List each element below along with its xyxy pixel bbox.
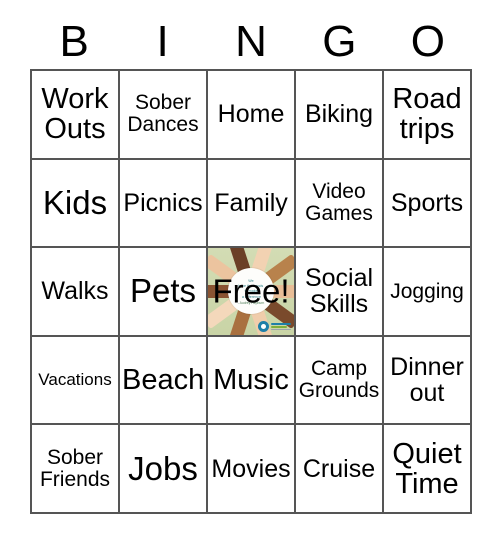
bingo-cell[interactable]: Picnics bbox=[120, 159, 208, 249]
bingo-cell[interactable]: Social Skills bbox=[296, 248, 384, 337]
free-space-label: Free! bbox=[212, 272, 290, 310]
bingo-cell-label: Vacations bbox=[38, 370, 112, 390]
bingo-cell-label: Dinner out bbox=[390, 353, 464, 408]
bingo-cell-label: Work Outs bbox=[41, 83, 109, 146]
bingo-card: B I N G O Work Outs Sober Dances Home Bi… bbox=[0, 0, 500, 544]
bingo-cell[interactable]: Family bbox=[208, 159, 296, 249]
bingo-header: B I N G O bbox=[30, 16, 472, 68]
bingo-cell-label: Music bbox=[213, 364, 289, 397]
bingo-cell[interactable]: Home bbox=[208, 71, 296, 160]
bingo-cell-label: Kids bbox=[42, 183, 108, 221]
bingo-cell-label: Social Skills bbox=[304, 264, 374, 319]
bingo-cell-label: Beach bbox=[122, 364, 205, 397]
header-letter-n: N bbox=[235, 17, 267, 66]
bingo-cell[interactable]: Music bbox=[208, 336, 296, 426]
bingo-cell-label: Picnics bbox=[123, 188, 203, 217]
bingo-cell[interactable]: Vacations bbox=[32, 336, 120, 426]
bingo-grid: Work Outs Sober Dances Home Biking Road … bbox=[30, 69, 472, 514]
bingo-cell[interactable]: Camp Grounds bbox=[296, 336, 384, 426]
bingo-cell[interactable]: Video Games bbox=[296, 159, 384, 249]
bingo-cell-label: Road trips bbox=[392, 83, 462, 146]
bingo-cell-label: Quiet Time bbox=[392, 437, 462, 500]
logo-wordmark bbox=[271, 322, 291, 331]
bingo-cell-label: Sober Dances bbox=[127, 91, 199, 137]
header-letter-o: O bbox=[410, 17, 445, 66]
bingo-cell[interactable]: Beach bbox=[120, 336, 208, 426]
header-letter-b: B bbox=[59, 17, 89, 66]
bingo-cell[interactable]: Walks bbox=[32, 248, 120, 337]
header-letter-g: G bbox=[322, 17, 357, 66]
bingo-cell-label: Family bbox=[214, 188, 288, 217]
bingo-free-space-cell[interactable]: We have the hands to make a difference -… bbox=[208, 248, 296, 337]
bingo-cell[interactable]: Jobs bbox=[120, 425, 208, 514]
bingo-cell-label: Walks bbox=[41, 277, 109, 306]
bingo-cell-label: Home bbox=[217, 100, 285, 129]
bingo-cell-label: Movies bbox=[211, 454, 291, 483]
bingo-cell[interactable]: Pets bbox=[120, 248, 208, 337]
bingo-cell-label: Video Games bbox=[305, 180, 373, 225]
bingo-cell-label: Biking bbox=[304, 100, 374, 129]
bingo-cell[interactable]: Sports bbox=[384, 159, 472, 249]
bingo-cell[interactable]: Quiet Time bbox=[384, 425, 472, 514]
bingo-cell[interactable]: Sober Friends bbox=[32, 425, 120, 514]
bingo-cell[interactable]: Movies bbox=[208, 425, 296, 514]
bingo-cell[interactable]: Road trips bbox=[384, 71, 472, 160]
bingo-cell-label: Jobs bbox=[128, 449, 198, 487]
organization-logo-icon bbox=[258, 320, 291, 332]
bingo-cell-label: Camp Grounds bbox=[298, 357, 380, 403]
bingo-cell[interactable]: Cruise bbox=[296, 425, 384, 514]
bingo-cell[interactable]: Biking bbox=[296, 71, 384, 160]
bingo-cell-label: Jogging bbox=[390, 279, 464, 303]
bingo-cell-label: Pets bbox=[129, 272, 197, 310]
logo-mark-icon bbox=[258, 320, 269, 332]
bingo-cell[interactable]: Jogging bbox=[384, 248, 472, 337]
bingo-cell-label: Sports bbox=[390, 188, 464, 217]
bingo-cell[interactable]: Dinner out bbox=[384, 336, 472, 426]
bingo-cell-label: Cruise bbox=[302, 454, 376, 483]
bingo-cell[interactable]: Kids bbox=[32, 159, 120, 249]
bingo-cell-label: Sober Friends bbox=[39, 445, 111, 491]
header-letter-i: I bbox=[156, 17, 169, 66]
bingo-cell[interactable]: Work Outs bbox=[32, 71, 120, 160]
bingo-cell[interactable]: Sober Dances bbox=[120, 71, 208, 160]
